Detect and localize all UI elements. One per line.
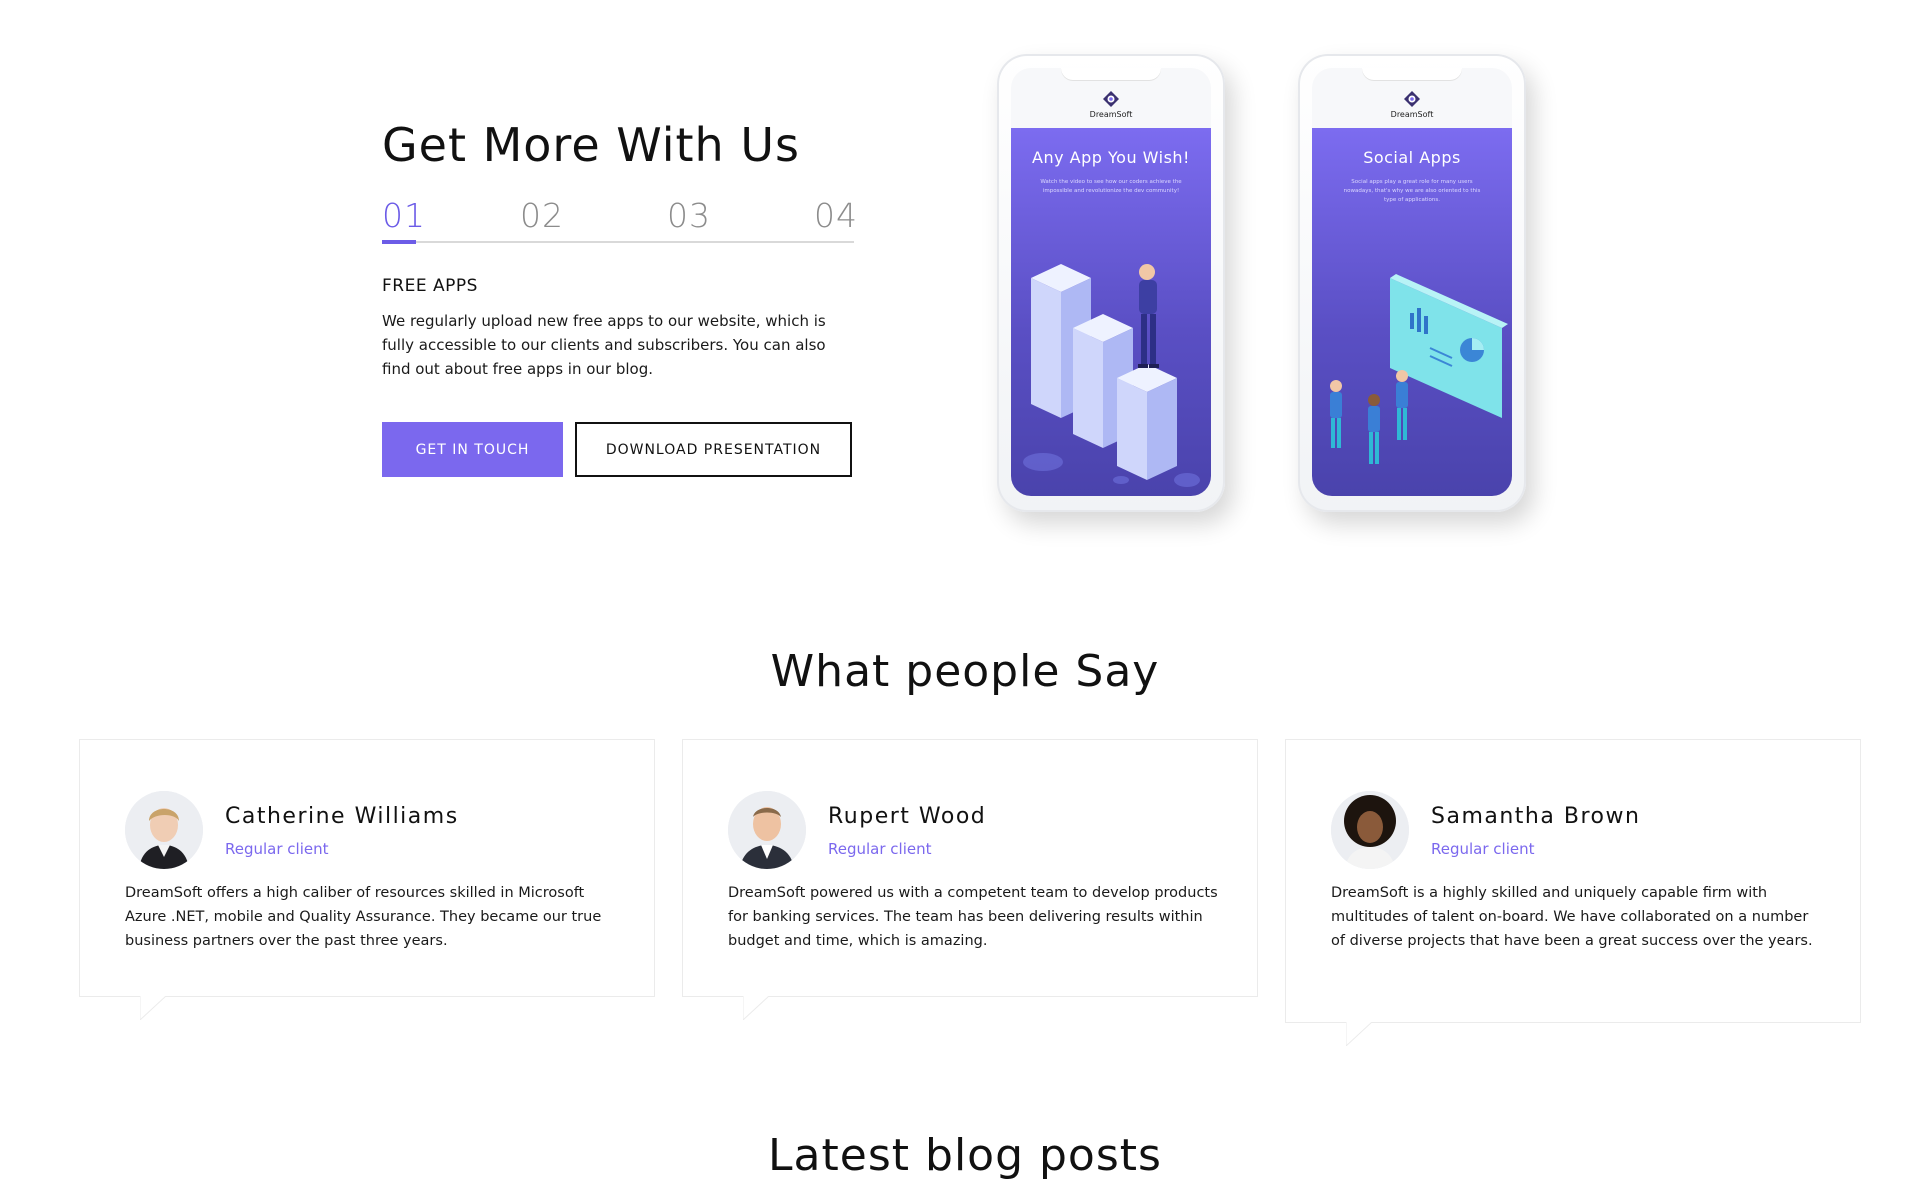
get-in-touch-button[interactable]: GET IN TOUCH (382, 422, 563, 477)
tab-04[interactable]: 04 (814, 196, 858, 235)
app-text: Social apps play a great role for many u… (1343, 179, 1481, 203)
speech-tail-icon (140, 996, 166, 1020)
blog-section-title: Latest blog posts (768, 1130, 1162, 1181)
avatar (1331, 791, 1409, 869)
client-name: Rupert Wood (828, 804, 987, 829)
testimonial-quote: DreamSoft powered us with a competent te… (728, 885, 1218, 949)
phone-notch (1061, 68, 1161, 80)
feature-description: We regularly upload new free apps to our… (382, 312, 826, 378)
app-body: Social Apps Social apps play a great rol… (1312, 128, 1512, 496)
download-presentation-button[interactable]: DOWNLOAD PRESENTATION (575, 422, 852, 477)
client-role: Regular client (1431, 840, 1535, 858)
feature-tabs: 01 02 03 04 (382, 196, 857, 244)
app-title: Social Apps (1363, 148, 1461, 167)
app-brand: DreamSoft (1390, 110, 1434, 119)
avatar (125, 791, 203, 869)
tab-01[interactable]: 01 (382, 196, 426, 235)
phone-screen: DreamSoft Social Apps Social apps play a… (1312, 68, 1512, 496)
avatar (728, 791, 806, 869)
client-role: Regular client (828, 840, 932, 858)
app-brand: DreamSoft (1089, 110, 1133, 119)
presentation-board-illustration-icon (1330, 274, 1508, 464)
woman-curly-hair-avatar-icon (1331, 791, 1409, 869)
client-name: Samantha Brown (1431, 804, 1641, 829)
testimonial-card: Catherine Williams Regular client DreamS… (79, 739, 655, 1020)
testimonials-title: What people Say (770, 646, 1160, 697)
speech-tail-icon (1346, 1022, 1372, 1046)
hero-title: Get More With Us (382, 118, 800, 172)
phone-screen: DreamSoft Any App You Wish! Watch the vi… (1011, 68, 1211, 496)
app-text: Watch the video to see how our coders ac… (1040, 179, 1182, 194)
phone-mockup-1: DreamSoft Any App You Wish! Watch the vi… (997, 54, 1225, 512)
dreamsoft-logo-icon (1103, 91, 1119, 107)
isometric-blocks-illustration-icon (1023, 264, 1200, 487)
app-body: Any App You Wish! Watch the video to see… (1011, 128, 1211, 496)
dreamsoft-logo-icon (1404, 91, 1420, 107)
app-title: Any App You Wish! (1032, 148, 1190, 167)
phone-mockup-2: DreamSoft Social Apps Social apps play a… (1298, 54, 1526, 512)
feature-title: FREE APPS (382, 276, 478, 296)
client-name: Catherine Williams (225, 804, 459, 829)
phone-notch (1362, 68, 1462, 80)
speech-tail-icon (743, 996, 769, 1020)
testimonial-quote: DreamSoft is a highly skilled and unique… (1331, 885, 1813, 949)
testimonial-card: Samantha Brown Regular client DreamSoft … (1285, 739, 1861, 1046)
tab-03[interactable]: 03 (667, 196, 711, 235)
man-avatar-icon (728, 791, 806, 869)
woman-avatar-icon (125, 791, 203, 869)
active-tab-indicator (382, 240, 416, 244)
tab-02[interactable]: 02 (520, 196, 564, 235)
client-role: Regular client (225, 840, 329, 858)
testimonial-quote: DreamSoft offers a high caliber of resou… (125, 885, 602, 949)
testimonial-card: Rupert Wood Regular client DreamSoft pow… (682, 739, 1258, 1020)
tabs-divider (382, 241, 854, 243)
